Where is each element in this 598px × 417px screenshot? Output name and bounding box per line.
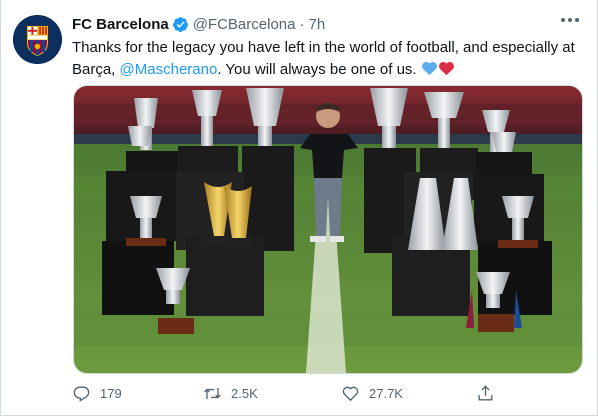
like-button[interactable]: 27.7K [341, 382, 403, 404]
reply-count: 179 [100, 385, 122, 401]
tweet-actions: 179 2.5K 27.7K [72, 382, 522, 404]
share-button[interactable] [476, 382, 504, 404]
author-handle[interactable]: @FCBarcelona [193, 16, 296, 33]
more-options-icon[interactable] [561, 18, 581, 28]
tweet-timestamp[interactable]: 7h [308, 16, 325, 33]
share-icon [478, 384, 493, 401]
mention-link[interactable]: @Mascherano [120, 61, 218, 78]
trophies-photo-image [74, 86, 582, 373]
verified-badge-icon [172, 16, 188, 32]
avatar[interactable] [13, 15, 62, 64]
retweet-count: 2.5K [231, 385, 258, 401]
like-count: 27.7K [369, 385, 403, 401]
author-name[interactable]: FC Barcelona [72, 16, 169, 33]
tweet-card: FC Barcelona @FCBarcelona · 7h Thanks fo… [0, 0, 598, 416]
red-heart-icon [438, 61, 454, 76]
tweet-text: Thanks for the legacy you have left in t… [72, 37, 582, 81]
tweet-text-part2: . You will always be one of us. [217, 61, 421, 78]
retweet-icon [204, 387, 221, 399]
reply-button[interactable]: 179 [72, 382, 122, 404]
heart-icon [342, 386, 359, 401]
blue-heart-icon [421, 61, 437, 76]
reply-icon [73, 385, 90, 402]
separator-dot: · [299, 15, 305, 33]
tweet-photo[interactable] [73, 85, 583, 374]
tweet-header: FC Barcelona @FCBarcelona · 7h [72, 14, 325, 34]
fc-barcelona-crest-icon [13, 15, 62, 64]
retweet-button[interactable]: 2.5K [203, 382, 258, 404]
